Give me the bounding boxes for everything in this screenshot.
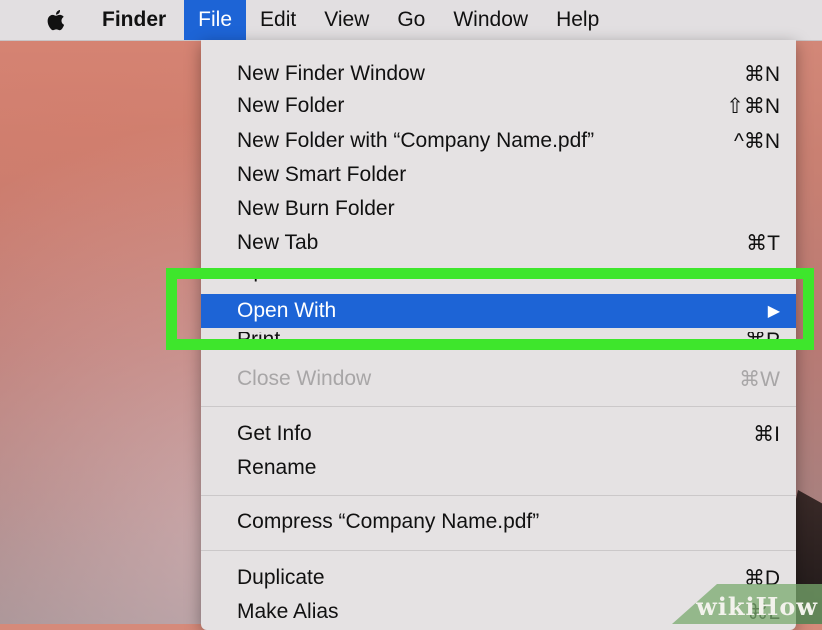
menu-item-new-smart-folder[interactable]: New Smart Folder [201,158,796,192]
menu-item-new-tab[interactable]: New Tab ⌘T [201,226,796,260]
apple-icon[interactable] [46,7,68,33]
menu-item-get-info[interactable]: Get Info ⌘I [201,417,796,451]
menu-item-label: New Burn Folder [237,197,395,220]
menu-item-new-folder[interactable]: New Folder ⇧⌘N [201,89,796,123]
menu-separator [201,406,796,407]
menu-item-label: Make Alias [237,600,339,623]
menu-item-label: New Finder Window [237,62,425,85]
menu-item-label: Duplicate [237,566,325,589]
menu-item-new-folder-with-selection[interactable]: New Folder with “Company Name.pdf” ^⌘N [201,124,796,158]
menu-item-label: New Folder with “Company Name.pdf” [237,129,595,152]
watermark-logo: wikiHow [696,592,818,621]
menu-item-shortcut: ⌘N [743,62,780,86]
menubar-view[interactable]: View [310,0,383,40]
menu-item-shortcut: ^⌘N [733,129,780,153]
menu-item-compress[interactable]: Compress “Company Name.pdf” [201,505,796,539]
menu-bar: Finder File Edit View Go Window Help [0,0,822,41]
menu-item-label: Rename [237,456,317,479]
menu-item-label: Get Info [237,422,312,445]
menu-item-label: New Tab [237,231,319,254]
menu-item-new-burn-folder[interactable]: New Burn Folder [201,192,796,226]
menu-item-rename[interactable]: Rename [201,451,796,485]
menu-item-duplicate[interactable]: Duplicate ⌘D [201,561,796,595]
menu-item-shortcut: ⌘I [753,422,780,446]
highlight-annotation-box [166,268,814,350]
menubar-file[interactable]: File [184,0,247,40]
menu-item-close-window: Close Window ⌘W [201,362,796,396]
menubar-finder[interactable]: Finder [98,0,184,40]
menubar-edit[interactable]: Edit [246,0,310,40]
menu-item-shortcut: ⌘T [746,231,780,255]
menu-item-label: Compress “Company Name.pdf” [237,510,540,533]
menu-item-label: Close Window [237,367,372,390]
menu-item-shortcut: ⌘W [739,367,780,391]
menubar-help[interactable]: Help [542,0,613,40]
menu-separator [201,495,796,496]
menu-item-label: New Folder [237,94,345,117]
menu-item-label: New Smart Folder [237,163,407,186]
menu-separator [201,550,796,551]
menubar-window[interactable]: Window [439,0,542,40]
menu-item-new-finder-window[interactable]: New Finder Window ⌘N [201,57,796,91]
menubar-go[interactable]: Go [383,0,439,40]
menu-item-shortcut: ⇧⌘N [726,94,780,118]
